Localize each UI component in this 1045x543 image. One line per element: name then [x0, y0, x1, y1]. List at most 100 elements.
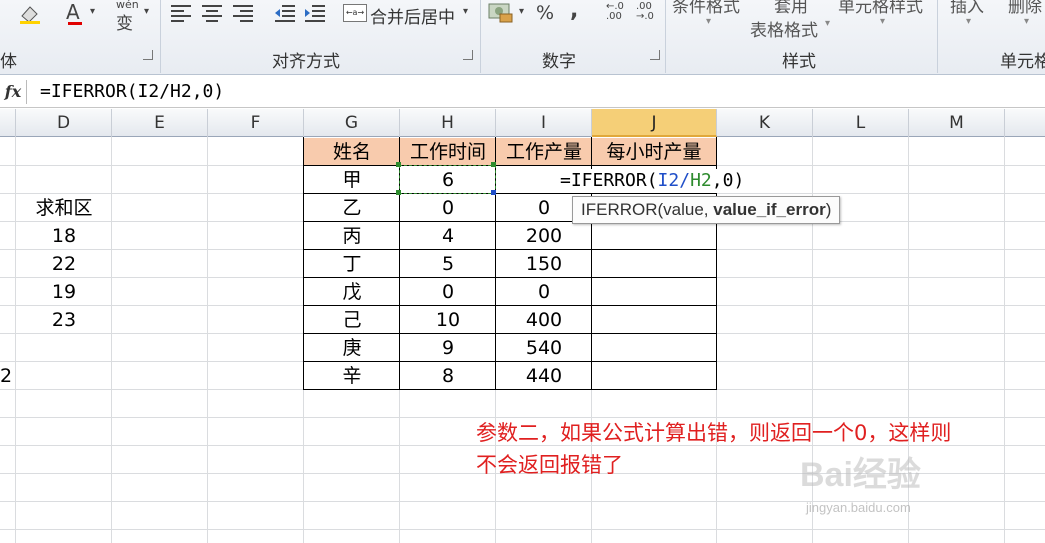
column-header-i[interactable]: I [496, 109, 592, 137]
cell-name[interactable]: 辛 [304, 362, 400, 390]
column-header-k[interactable]: K [717, 109, 813, 137]
formula-bar-divider [26, 80, 27, 104]
dropdown-arrow-icon[interactable]: ▾ [519, 6, 524, 17]
cell-name[interactable]: 乙 [304, 194, 400, 222]
cell-output[interactable]: 540 [496, 334, 592, 362]
align-center-icon[interactable] [201, 4, 223, 26]
font-color-swatch [68, 22, 82, 25]
table-header-name[interactable]: 姓名 [304, 138, 400, 166]
cell-output[interactable]: 400 [496, 306, 592, 334]
cell-output[interactable]: 150 [496, 250, 592, 278]
cell-name[interactable]: 戊 [304, 278, 400, 306]
cell-hours[interactable]: 0 [400, 194, 496, 222]
align-right-icon[interactable] [232, 4, 254, 26]
column-header-l[interactable]: L [813, 109, 909, 137]
column-header-e[interactable]: E [112, 109, 208, 137]
range-handle[interactable] [491, 190, 496, 195]
insert-function-icon[interactable]: fx [0, 78, 26, 106]
annotation-line-2: 不会返回报错了 [476, 453, 623, 477]
cell-hours[interactable]: 4 [400, 222, 496, 250]
align-left-icon[interactable] [170, 4, 192, 26]
range-handle[interactable] [491, 162, 496, 167]
cell-output[interactable]: 440 [496, 362, 592, 390]
cell-name[interactable]: 甲 [304, 166, 400, 194]
cell-output[interactable]: 200 [496, 222, 592, 250]
watermark-url: jingyan.baidu.com [806, 500, 911, 515]
phonetic-guide-icon[interactable]: 变 [116, 9, 133, 34]
group-label-cells: 单元格 [1000, 52, 1045, 72]
insert-button[interactable]: 插入 [950, 0, 984, 17]
column-header-m[interactable]: M [909, 109, 1005, 137]
dropdown-arrow-icon[interactable]: ▾ [880, 16, 885, 27]
column-header-partial[interactable] [1005, 109, 1045, 137]
dropdown-arrow-icon[interactable]: ▾ [1024, 16, 1029, 27]
increase-decimal-icon[interactable]: ←.0.00 [606, 2, 624, 22]
dropdown-arrow-icon[interactable]: ▾ [966, 16, 971, 27]
column-header-f[interactable]: F [208, 109, 304, 137]
delete-button[interactable]: 删除 [1008, 0, 1042, 17]
column-header-d[interactable]: D [16, 109, 112, 137]
cell-name[interactable]: 己 [304, 306, 400, 334]
formula-input[interactable]: =IFERROR(I2/H2,0) [40, 81, 224, 102]
dialog-launcher-icon[interactable] [650, 50, 660, 60]
sum-value[interactable]: 18 [16, 222, 112, 250]
grid-line [0, 529, 1045, 530]
cell-name[interactable]: 丙 [304, 222, 400, 250]
cell-hours[interactable]: 10 [400, 306, 496, 334]
tooltip-close: ) [825, 200, 832, 219]
group-label-alignment: 对齐方式 [272, 52, 340, 72]
percent-style-button[interactable]: % [536, 2, 554, 24]
cell-hours[interactable]: 5 [400, 250, 496, 278]
column-header-j[interactable]: J [592, 109, 717, 137]
cell-output[interactable]: 0 [496, 278, 592, 306]
increase-indent-icon[interactable] [304, 4, 326, 26]
annotation-line-1: 参数二，如果公式计算出错，则返回一个0，这样则 [476, 421, 952, 445]
fill-color-icon[interactable] [18, 2, 44, 29]
tooltip-function: IFERROR(value, [581, 200, 714, 219]
format-as-table-label: 表格格式 [750, 21, 818, 41]
cell-styles-button[interactable]: 单元格样式 [838, 0, 923, 17]
cell-edit-formula[interactable]: =IFERROR(I2/H2,0) [560, 169, 745, 193]
formula-prefix: =IFERROR( [560, 170, 658, 191]
decrease-indent-icon[interactable] [274, 4, 296, 26]
group-separator [480, 0, 481, 73]
cell-name[interactable]: 丁 [304, 250, 400, 278]
dropdown-arrow-icon[interactable]: ▾ [706, 16, 711, 27]
cell-hours[interactable]: 0 [400, 278, 496, 306]
sum-value[interactable]: 19 [16, 278, 112, 306]
cell-name[interactable]: 庚 [304, 334, 400, 362]
sum-value[interactable]: 23 [16, 306, 112, 334]
column-header-partial[interactable] [0, 109, 16, 137]
table-header-hourly-output[interactable]: 每小时产量 [592, 138, 716, 166]
dropdown-arrow-icon[interactable]: ▾ [463, 6, 468, 17]
format-as-table-button[interactable]: 套用 [774, 0, 808, 17]
watermark-logo: Bai经验 [800, 456, 921, 494]
table-header-output[interactable]: 工作产量 [496, 138, 592, 166]
font-color-icon[interactable]: A [66, 0, 80, 24]
range-handle[interactable] [396, 190, 401, 195]
group-label-styles: 样式 [782, 52, 816, 72]
conditional-format-button[interactable]: 条件格式 [672, 0, 740, 17]
dropdown-arrow-icon[interactable]: ▾ [825, 18, 830, 29]
cell-hours[interactable]: 8 [400, 362, 496, 390]
dialog-launcher-icon[interactable] [143, 50, 153, 60]
sum-area-label[interactable]: 求和区 [16, 194, 112, 222]
column-header-h[interactable]: H [400, 109, 496, 137]
cell-hours[interactable]: 9 [400, 334, 496, 362]
table-header-hours[interactable]: 工作时间 [400, 138, 496, 166]
function-tooltip[interactable]: IFERROR(value, value_if_error) [572, 196, 841, 224]
accounting-format-icon[interactable] [488, 2, 516, 28]
dialog-launcher-icon[interactable] [463, 50, 473, 60]
range-handle[interactable] [396, 162, 401, 167]
dropdown-arrow-icon[interactable]: ▾ [144, 6, 149, 17]
group-separator [160, 0, 161, 73]
merge-center-icon[interactable]: ←a→ [343, 4, 367, 22]
dropdown-arrow-icon[interactable]: ▾ [90, 6, 95, 17]
comma-style-button[interactable]: , [570, 0, 578, 23]
group-separator [665, 0, 666, 73]
decrease-decimal-icon[interactable]: .00 →.0 [636, 2, 654, 22]
sum-value[interactable]: 22 [16, 250, 112, 278]
partial-cell-value[interactable]: 2 [0, 362, 16, 390]
column-header-g[interactable]: G [304, 109, 400, 137]
merge-center-button[interactable]: 合并后居中 [370, 3, 455, 28]
